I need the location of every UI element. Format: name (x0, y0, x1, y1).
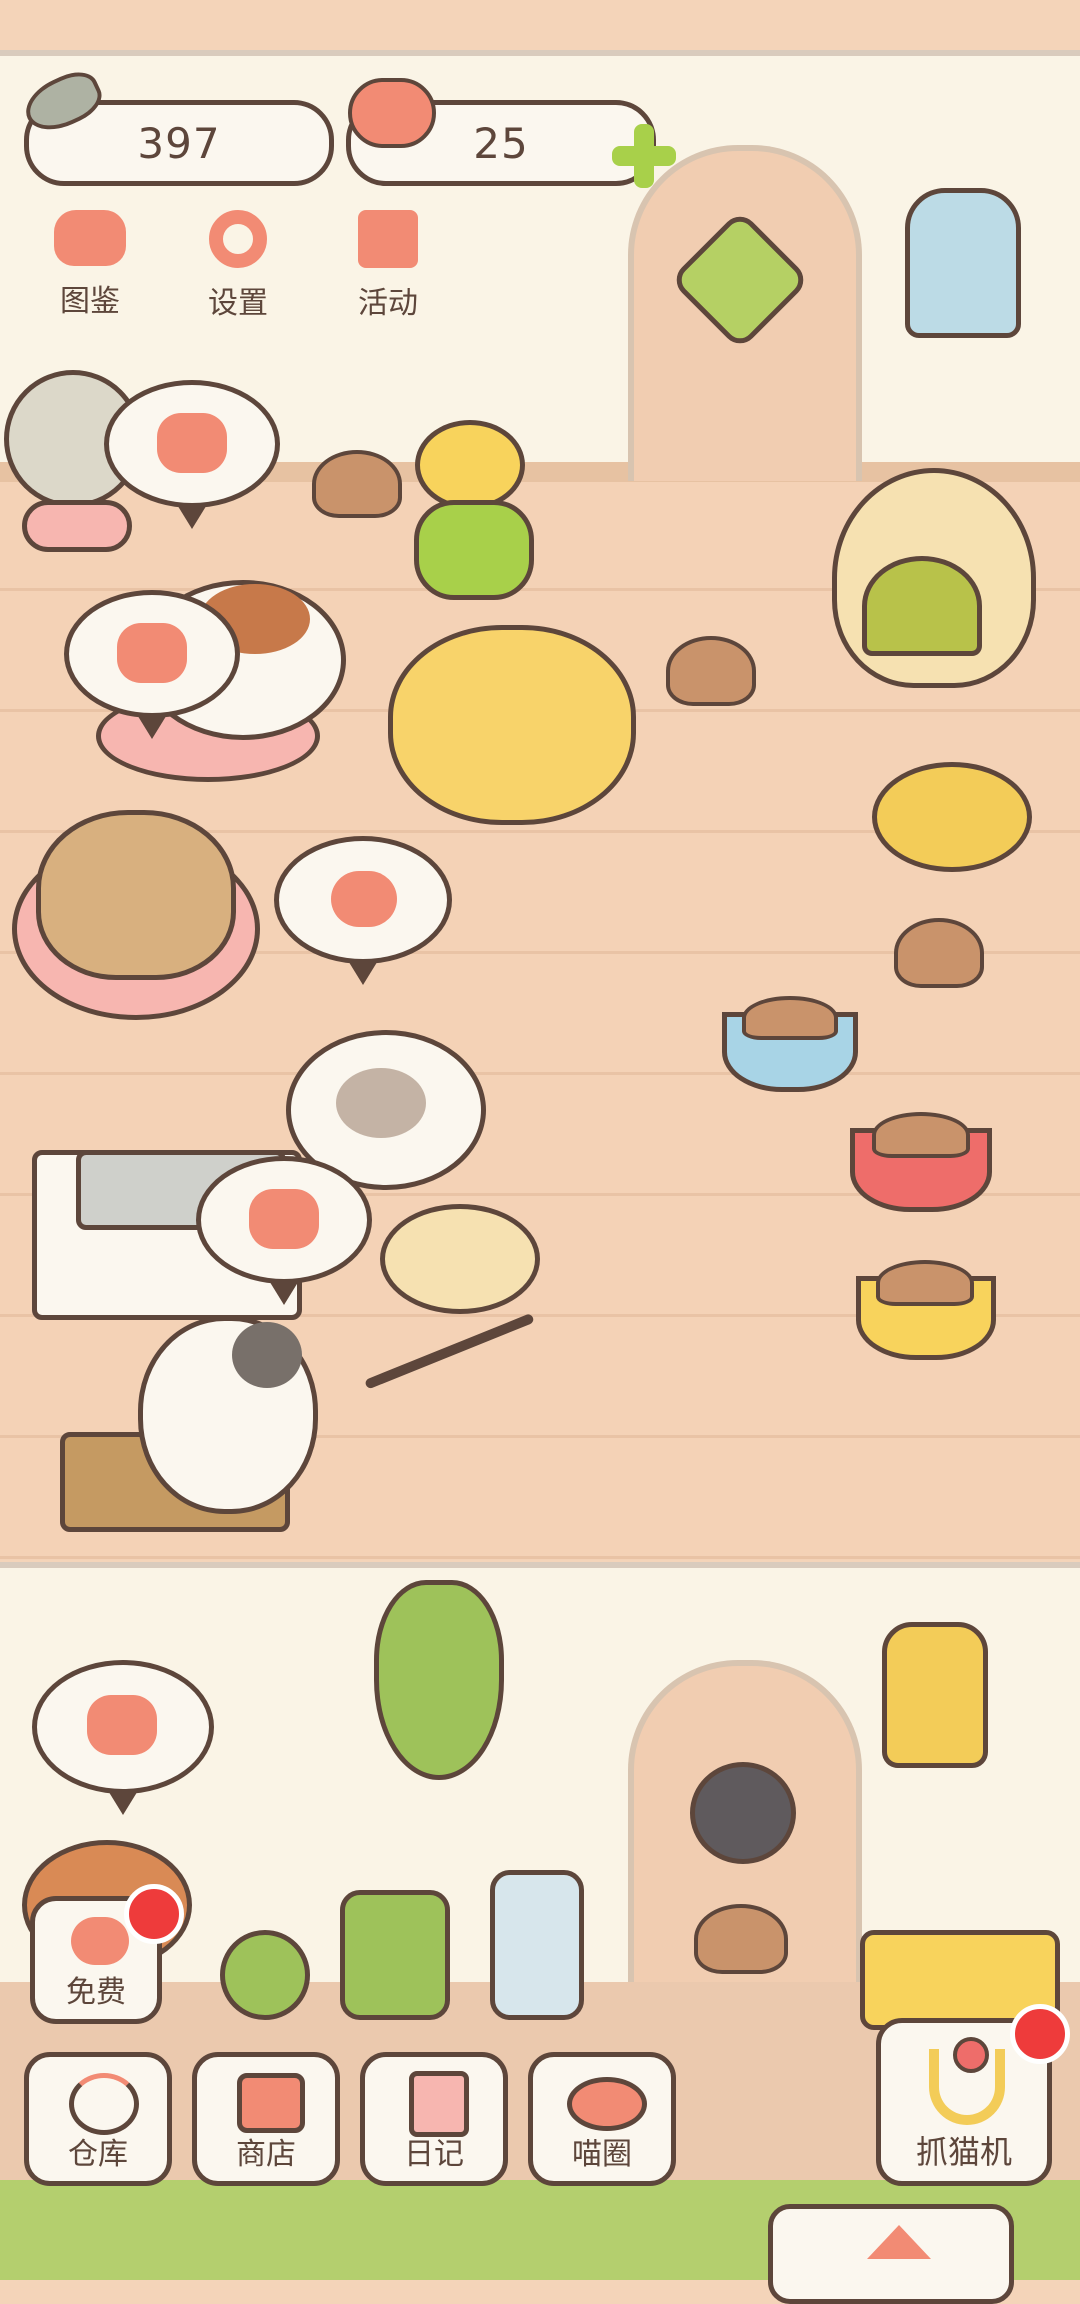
notification-dot (1010, 2004, 1070, 2064)
umbrella-stand (490, 1870, 584, 2020)
fork-spoon-icon (249, 1189, 319, 1249)
straw-cat-bed (380, 1204, 540, 1314)
fork-spoon-icon (117, 623, 187, 683)
food-request-bubble[interactable] (196, 1156, 372, 1305)
hanging-plant (374, 1580, 504, 1780)
heart-count: 25 (473, 118, 529, 168)
storage-label: 仓库 (68, 2137, 128, 2172)
notification-dot (124, 1884, 184, 1944)
events-label: 活动 (358, 286, 418, 321)
collection-label: 图鉴 (60, 284, 120, 319)
crow-ornament (690, 1762, 796, 1864)
storage-icon (69, 2073, 139, 2135)
fork-spoon-icon (157, 413, 227, 473)
home-button[interactable] (768, 2204, 1014, 2304)
gift-icon (358, 210, 418, 268)
bamboo-pot (340, 1890, 450, 2020)
siamese-cat-face (336, 1068, 426, 1138)
food-request-bubble[interactable] (104, 380, 280, 529)
shop-button[interactable]: 商店 (192, 2052, 340, 2186)
fork-spoon-icon (87, 1695, 157, 1755)
poop[interactable] (312, 450, 402, 518)
heart-icon (348, 78, 436, 148)
fan-base (22, 500, 132, 552)
shop-label: 商店 (236, 2137, 296, 2172)
scratch-post-base (414, 500, 534, 600)
sprout-pot (220, 1930, 310, 2020)
top-wall (0, 0, 1080, 50)
free-label: 免费 (66, 1975, 126, 2010)
food-request-bubble[interactable] (32, 1660, 214, 1815)
add-currency-button[interactable] (612, 124, 676, 188)
cat-circle-button[interactable]: 喵圈 (528, 2052, 676, 2186)
food-request-bubble[interactable] (64, 590, 240, 739)
dragon-toy (872, 762, 1032, 872)
heart-icon (331, 871, 397, 927)
cat-circle-label: 喵圈 (572, 2137, 632, 2172)
poop[interactable] (894, 918, 984, 988)
bowl-food (872, 1112, 970, 1158)
storage-button[interactable]: 仓库 (24, 2052, 172, 2186)
bean-bag (388, 625, 636, 825)
scratch-post-flower (415, 420, 525, 510)
cat-book-icon (54, 210, 126, 266)
settings-button[interactable]: 设置 (168, 210, 308, 322)
events-button[interactable]: 活动 (318, 210, 458, 322)
settings-label: 设置 (208, 286, 268, 321)
diary-icon (409, 2071, 469, 2137)
poop[interactable] (666, 636, 756, 706)
mirror (905, 188, 1021, 338)
heart-icon (71, 1917, 129, 1965)
planet-cat-icon (567, 2077, 647, 2131)
shop-icon (237, 2073, 305, 2133)
diary-button[interactable]: 日记 (360, 2052, 508, 2186)
claw-machine-label: 抓猫机 (915, 2133, 1012, 2171)
calico-white-cat-patch (232, 1322, 302, 1388)
claw-head (953, 2037, 989, 2073)
gear-icon (209, 210, 267, 268)
diary-label: 日记 (404, 2137, 464, 2172)
heart-request-bubble[interactable] (274, 836, 452, 985)
tabby-cat[interactable] (36, 810, 236, 980)
home-icon (867, 2225, 931, 2259)
bowl-food (742, 996, 838, 1040)
cat-house-door (862, 556, 982, 656)
bowl-food (876, 1260, 974, 1306)
plus-icon-bar (612, 146, 676, 166)
poop[interactable] (694, 1904, 788, 1974)
fish-count: 397 (137, 118, 221, 168)
collection-button[interactable]: 图鉴 (20, 210, 160, 320)
lantern (882, 1622, 988, 1768)
